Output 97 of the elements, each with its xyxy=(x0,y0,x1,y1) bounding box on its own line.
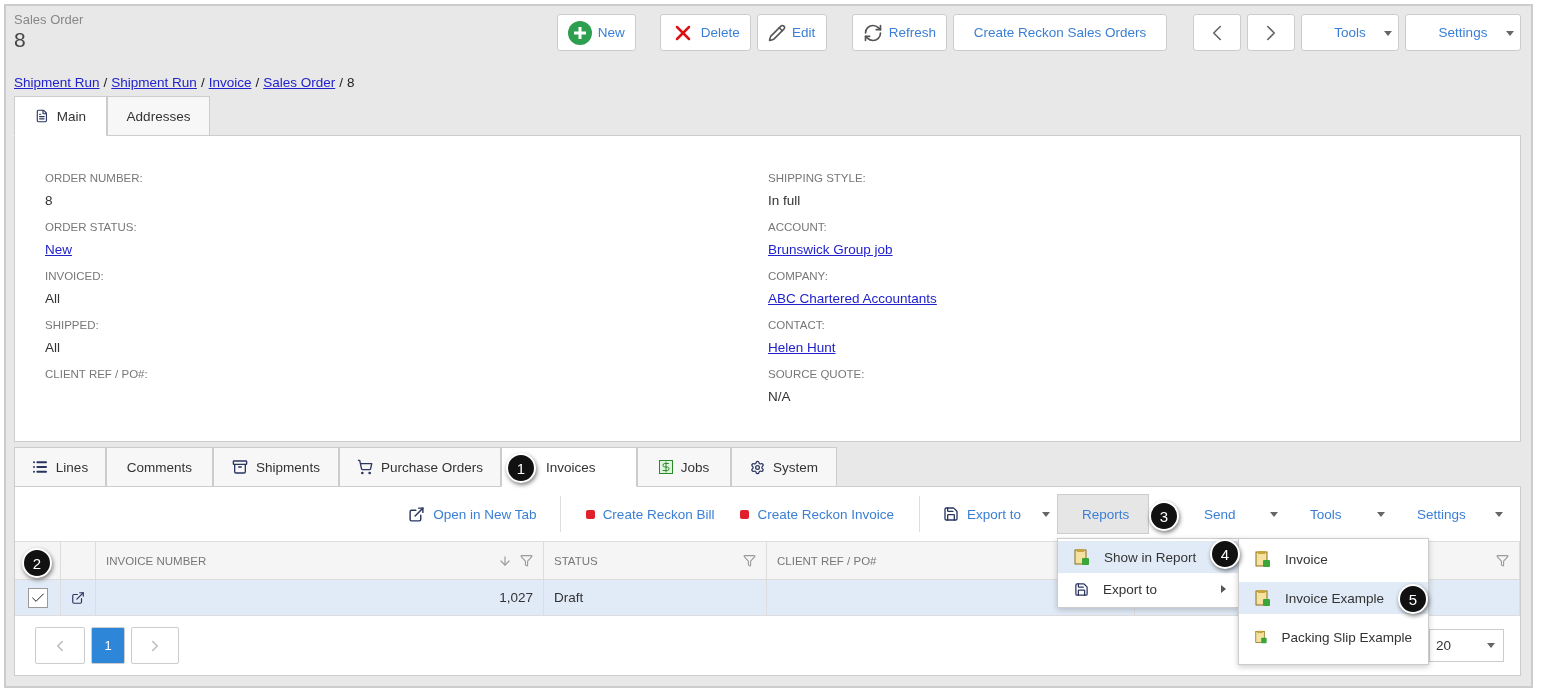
caret-icon xyxy=(1377,512,1385,517)
tab[interactable]: System xyxy=(731,447,837,487)
menu-item[interactable]: Invoice xyxy=(1239,543,1428,575)
caret-icon xyxy=(1506,31,1514,36)
external-link-icon[interactable] xyxy=(71,589,85,606)
pencil-icon xyxy=(768,23,787,42)
report-icon xyxy=(1255,550,1271,568)
field-label: COMPANY: xyxy=(768,270,828,285)
report-icon xyxy=(1074,548,1090,566)
breadcrumb-link[interactable]: Invoice xyxy=(208,75,252,97)
field-value: 8 xyxy=(45,193,53,209)
caret-icon xyxy=(1384,31,1392,36)
floppy-icon xyxy=(1074,581,1089,597)
field-value: All xyxy=(45,340,60,356)
field-label: ACCOUNT: xyxy=(768,221,827,236)
field-label: SHIPPED: xyxy=(45,319,99,334)
breadcrumb-separator: / xyxy=(255,75,260,93)
breadcrumb-separator: / xyxy=(339,75,343,93)
breadcrumb-current: 8 xyxy=(347,75,355,93)
previous-button[interactable] xyxy=(1193,14,1241,51)
tab[interactable]: Comments xyxy=(106,447,213,487)
toolbar-link[interactable]: Create Reckon Invoice xyxy=(727,494,907,534)
field-link[interactable]: Helen Hunt xyxy=(768,340,836,356)
filter-icon[interactable] xyxy=(743,554,756,567)
field-value: All xyxy=(45,291,60,307)
table-cell: 1,027 xyxy=(96,580,544,616)
page-title: 8 xyxy=(14,28,27,52)
caret-icon xyxy=(1495,512,1503,517)
toolbar-button[interactable]: Delete xyxy=(659,14,751,51)
cart-icon xyxy=(356,459,373,475)
field-link[interactable]: Brunswick Group job xyxy=(768,242,893,258)
dollar-icon xyxy=(658,460,673,474)
external-link-icon xyxy=(408,505,426,523)
field-label: SHIPPING STYLE: xyxy=(768,172,866,187)
menu-item[interactable]: Packing Slip Example xyxy=(1239,621,1428,653)
toolbar-link[interactable]: Open in New Tab xyxy=(397,494,548,534)
checkbox[interactable] xyxy=(27,587,48,608)
tab[interactable]: Shipments xyxy=(213,447,339,487)
column-header[interactable]: STATUS xyxy=(544,542,767,580)
previous-page-button[interactable] xyxy=(35,627,85,664)
field-label: INVOICED: xyxy=(45,270,104,285)
dropdown-button[interactable]: Tools xyxy=(1301,14,1399,51)
report-icon xyxy=(1255,628,1268,646)
list-icon xyxy=(31,459,48,475)
next-button[interactable] xyxy=(1247,14,1295,51)
field-label: ORDER STATUS: xyxy=(45,221,137,236)
dropdown-button[interactable]: Tools xyxy=(1285,494,1392,534)
tab[interactable]: Addresses xyxy=(107,96,210,137)
toolbar-button[interactable]: Create Reckon Sales Orders xyxy=(953,14,1167,51)
plus-icon xyxy=(567,20,592,45)
filter-icon[interactable] xyxy=(520,554,533,567)
filter-icon[interactable] xyxy=(1496,554,1509,567)
document-icon xyxy=(35,108,49,125)
dropdown-button[interactable]: Export to xyxy=(932,494,1057,534)
refresh-icon xyxy=(862,22,883,43)
toolbar-button[interactable]: New xyxy=(556,14,636,51)
dropdown-button[interactable]: Settings xyxy=(1392,494,1510,534)
breadcrumb-separator: / xyxy=(103,75,108,93)
field-value: N/A xyxy=(768,389,791,405)
tab[interactable]: Main xyxy=(14,96,107,137)
report-icon xyxy=(1255,589,1271,607)
page-size-select[interactable]: 20 xyxy=(1429,629,1504,662)
menu-item[interactable]: Export to xyxy=(1058,573,1238,605)
table-cell: Draft xyxy=(544,580,767,616)
reckon-icon xyxy=(585,509,595,519)
field-label: CLIENT REF / PO#: xyxy=(45,368,148,383)
next-page-button[interactable] xyxy=(131,627,179,664)
dropdown-button[interactable]: Settings xyxy=(1405,14,1521,51)
field-value: In full xyxy=(768,193,801,209)
tab[interactable]: Jobs xyxy=(637,447,731,487)
caret-icon xyxy=(1270,512,1278,517)
page-subtitle: Sales Order xyxy=(14,12,84,27)
field-link[interactable]: New xyxy=(45,242,72,258)
column-header[interactable]: INVOICE NUMBER xyxy=(96,542,544,580)
tab[interactable]: Purchase Orders xyxy=(339,447,501,487)
breadcrumb-link[interactable]: Shipment Run xyxy=(14,75,100,97)
caret-icon xyxy=(1042,512,1050,517)
field-label: CONTACT: xyxy=(768,319,825,334)
settings-icon xyxy=(750,459,765,475)
sort-arrow-icon xyxy=(498,553,512,568)
field-label: SOURCE QUOTE: xyxy=(768,368,865,383)
caret-icon xyxy=(1487,643,1495,648)
submenu-arrow-icon xyxy=(1221,585,1226,593)
reckon-icon xyxy=(740,509,750,519)
field-label: ORDER NUMBER: xyxy=(45,172,143,187)
field-link[interactable]: ABC Chartered Accountants xyxy=(768,291,937,307)
page-button[interactable]: 1 xyxy=(91,627,125,664)
breadcrumb-separator: / xyxy=(200,75,205,93)
floppy-icon xyxy=(943,506,959,522)
tab[interactable]: Lines xyxy=(14,447,106,487)
toolbar-button[interactable]: Refresh xyxy=(851,14,947,51)
toolbar-button[interactable]: Edit xyxy=(756,14,827,51)
breadcrumb-link[interactable]: Sales Order xyxy=(263,75,336,97)
toolbar-link[interactable]: Create Reckon Bill xyxy=(572,494,728,534)
breadcrumb-link[interactable]: Shipment Run xyxy=(111,75,197,97)
dropdown-button[interactable]: Send xyxy=(1179,494,1285,534)
archive-icon xyxy=(232,459,249,475)
